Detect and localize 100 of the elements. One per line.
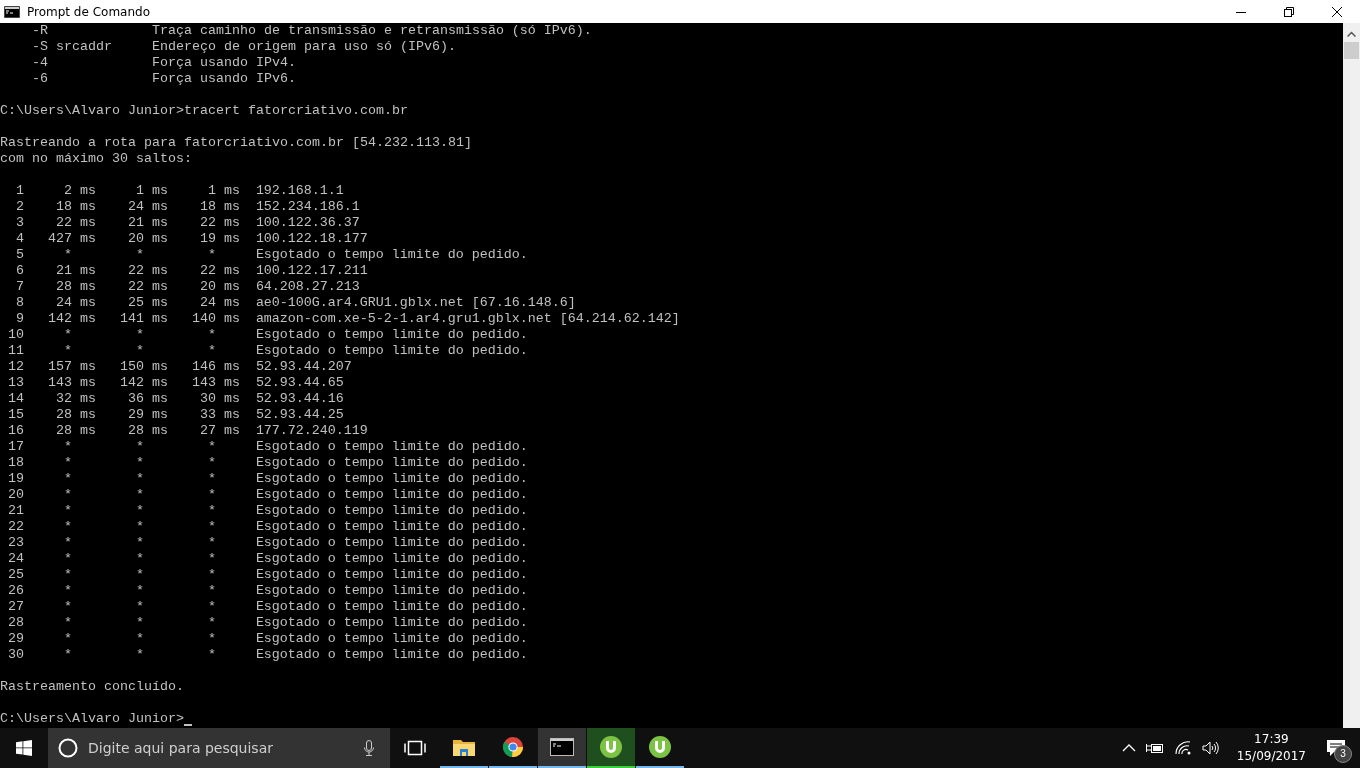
round-trip-time: 2 ms (62, 183, 96, 199)
hop-number: 6 (15, 263, 24, 279)
option-description: Força usando IPv4. (151, 55, 296, 71)
timeout-message: Esgotado o tempo limite do pedido. (255, 247, 528, 263)
round-trip-time: * (134, 327, 145, 343)
timeout-message: Esgotado o tempo limite do pedido. (255, 551, 528, 567)
round-trip-time: * (134, 471, 145, 487)
taskbar-app-button[interactable] (538, 728, 586, 768)
timeout-message: Esgotado o tempo limite do pedido. (255, 647, 528, 663)
round-trip-time: 140 ms (190, 311, 240, 327)
option-label: -R (31, 23, 49, 39)
text-cursor (183, 724, 192, 726)
round-trip-time: * (62, 343, 73, 359)
hop-address: 177.72.240.119 (255, 423, 368, 439)
folder-icon (453, 738, 475, 756)
round-trip-time: * (134, 503, 145, 519)
round-trip-time: 25 ms (126, 295, 168, 311)
round-trip-time: * (62, 551, 73, 567)
round-trip-time: * (134, 599, 145, 615)
hop-number: 1 (15, 183, 24, 199)
round-trip-time: * (206, 327, 217, 343)
round-trip-time: * (206, 471, 217, 487)
round-trip-time: * (206, 615, 217, 631)
scrollbar-thumb[interactable] (1344, 42, 1359, 59)
hop-address: 64.208.27.213 (255, 279, 360, 295)
hop-address: 100.122.36.37 (255, 215, 360, 231)
timeout-message: Esgotado o tempo limite do pedido. (255, 487, 528, 503)
search-bar[interactable]: Digite aqui para pesquisar (48, 728, 390, 768)
clock[interactable]: 17:39 15/09/2017 (1230, 731, 1312, 765)
hop-number: 26 (7, 583, 24, 599)
hop-number: 12 (7, 359, 24, 375)
round-trip-time: 22 ms (198, 263, 240, 279)
hop-address: amazon-com.xe-5-2-1.ar4.gru1.gblx.net [64.214.62.142] (255, 311, 680, 327)
console-icon (4, 5, 20, 18)
command-prompt: C:\Users\Alvaro Junior> (0, 103, 184, 119)
scrollbar[interactable] (1343, 23, 1360, 728)
microphone-icon[interactable] (364, 740, 374, 756)
round-trip-time: 22 ms (126, 279, 168, 295)
close-icon (1332, 6, 1342, 17)
round-trip-time: * (62, 615, 73, 631)
round-trip-time: 427 ms (46, 231, 96, 247)
timeout-message: Esgotado o tempo limite do pedido. (255, 343, 528, 359)
restore-icon (1284, 6, 1294, 17)
hop-number: 18 (7, 455, 24, 471)
round-trip-time: 21 ms (54, 263, 96, 279)
wifi-icon[interactable] (1173, 741, 1192, 755)
timeout-message: Esgotado o tempo limite do pedido. (255, 535, 528, 551)
hop-number: 28 (7, 615, 24, 631)
hop-number: 8 (15, 295, 24, 311)
round-trip-time: * (134, 631, 145, 647)
hop-number: 2 (15, 199, 24, 215)
battery-icon[interactable] (1145, 742, 1164, 754)
round-trip-time: 141 ms (118, 311, 168, 327)
round-trip-time: * (62, 647, 73, 663)
hop-number: 24 (7, 551, 24, 567)
round-trip-time: * (134, 647, 145, 663)
hop-address: 100.122.18.177 (255, 231, 368, 247)
round-trip-time: 19 ms (198, 231, 240, 247)
round-trip-time: 30 ms (198, 391, 240, 407)
taskbar-app-button[interactable] (587, 728, 635, 768)
hop-number: 14 (7, 391, 24, 407)
hop-address: 152.234.186.1 (255, 199, 360, 215)
speaker-icon[interactable] (1201, 741, 1220, 755)
scroll-up-icon[interactable] (1347, 31, 1356, 37)
command-text: tracert fatorcriativo.com.br (183, 103, 408, 119)
round-trip-time: * (62, 631, 73, 647)
hop-number: 13 (7, 375, 24, 391)
output-text: com no máximo 30 saltos: (0, 151, 192, 167)
torrent-icon (648, 735, 672, 759)
round-trip-time: * (62, 535, 73, 551)
timeout-message: Esgotado o tempo limite do pedido. (255, 599, 528, 615)
round-trip-time: * (206, 647, 217, 663)
chevron-up-icon[interactable] (1121, 744, 1136, 752)
timeout-message: Esgotado o tempo limite do pedido. (255, 519, 528, 535)
notification-count-badge: 3 (1334, 745, 1352, 763)
round-trip-time: * (206, 343, 217, 359)
notification-button[interactable]: 3 (1312, 728, 1360, 768)
timeout-message: Esgotado o tempo limite do pedido. (255, 327, 528, 343)
round-trip-time: 24 ms (198, 295, 240, 311)
search-field[interactable]: Digite aqui para pesquisar (88, 740, 354, 756)
round-trip-time: 1 ms (134, 183, 168, 199)
round-trip-time: * (206, 535, 217, 551)
search-circle-icon (58, 738, 78, 758)
round-trip-time: 28 ms (54, 279, 96, 295)
hop-number: 20 (7, 487, 24, 503)
round-trip-time: 29 ms (126, 407, 168, 423)
round-trip-time: 143 ms (46, 375, 96, 391)
timeout-message: Esgotado o tempo limite do pedido. (255, 631, 528, 647)
hop-address: 52.93.44.25 (255, 407, 344, 423)
round-trip-time: 146 ms (190, 359, 240, 375)
option-description: Endereço de origem para uso só (IPv6). (151, 39, 456, 55)
timeout-message: Esgotado o tempo limite do pedido. (255, 455, 528, 471)
round-trip-time: 36 ms (126, 391, 168, 407)
round-trip-time: 157 ms (46, 359, 96, 375)
timeout-message: Esgotado o tempo limite do pedido. (255, 503, 528, 519)
hop-number: 7 (15, 279, 24, 295)
hop-number: 3 (15, 215, 24, 231)
option-label: -4 (31, 55, 49, 71)
hop-number: 5 (15, 247, 24, 263)
hop-number: 17 (7, 439, 24, 455)
